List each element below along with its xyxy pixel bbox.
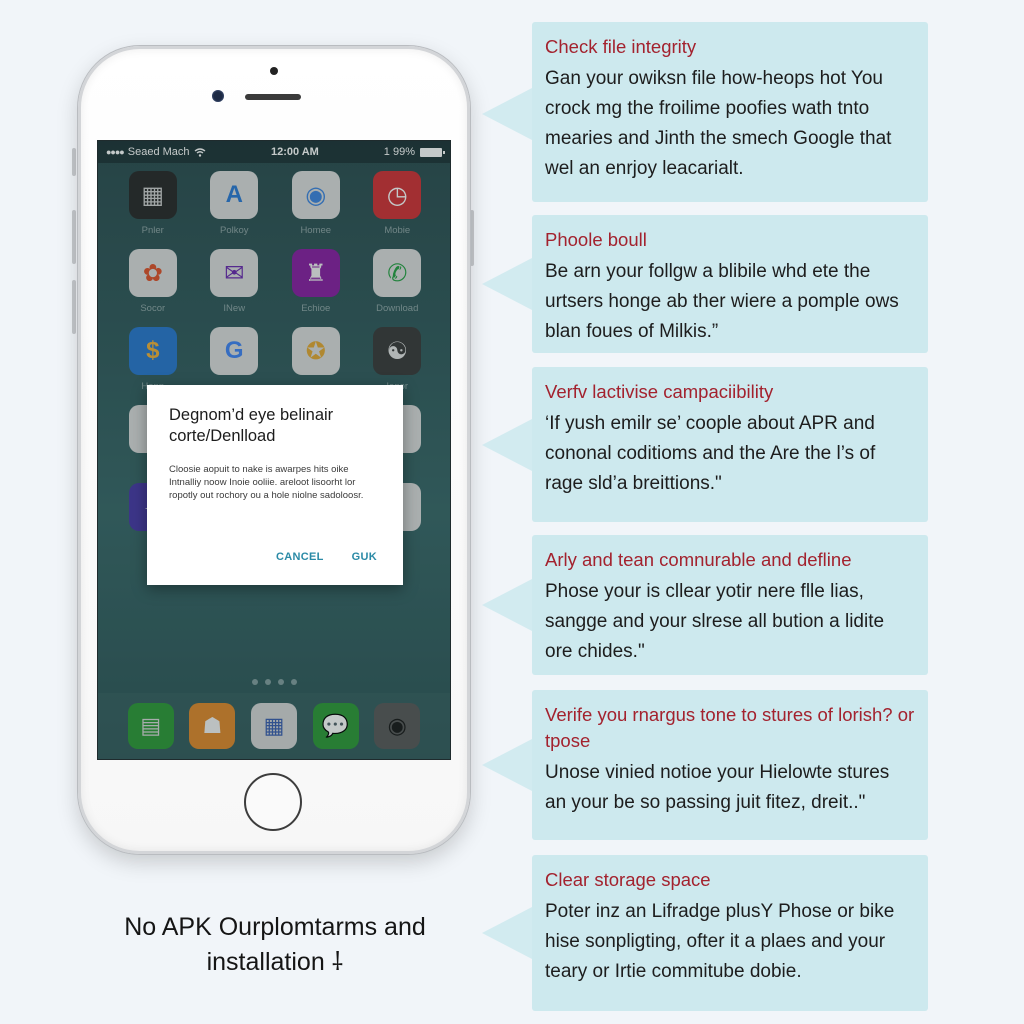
figure-caption: No APK Ourplomtarms and installation ⸸ (100, 910, 450, 980)
callout-check-file-integrity: Check file integrity Gan your owiksn fil… (532, 22, 928, 202)
download-dialog: Degnom’d eye belinair corte/Denlload Clo… (147, 385, 403, 585)
callout-body: ‘If yush emilr se’ coople about APR and … (545, 413, 876, 494)
callout-body: Unose vinied notioe your Hielowte stures… (545, 762, 890, 813)
caption-line-2: installation ⸸ (206, 948, 344, 976)
callout-title: Arly and tean comnurable and defline (545, 549, 852, 570)
callout-verify-margus: Verife you rnargus tone to stures of lor… (532, 690, 928, 840)
callout-title: Verife you rnargus tone to stures of lor… (545, 704, 915, 751)
callout-title: Clear storage space (545, 869, 711, 890)
home-button[interactable] (244, 773, 302, 831)
caption-line-1: No APK Ourplomtarms and (124, 913, 426, 941)
callout-clear-storage-space: Clear storage space Poter inz an Lifradg… (532, 855, 928, 1011)
callout-body: Phose your is cllear yotir nere flle lia… (545, 581, 885, 662)
volume-down-button[interactable] (72, 280, 76, 334)
proximity-sensor (270, 67, 278, 75)
dialog-title: Degnom’d eye belinair corte/Denlload (169, 406, 334, 445)
callout-body: Poter inz an Lifradge plusY Phose or bik… (545, 901, 895, 982)
callout-title: Phoole boull (545, 229, 647, 250)
callout-title: Verfv lactivise campaciibility (545, 381, 774, 402)
volume-up-button[interactable] (72, 210, 76, 264)
callout-body: Be arn your follgw a blibile whd ete the… (545, 261, 899, 342)
ok-button[interactable]: GUK (352, 551, 377, 563)
callout-phoole-boull: Phoole boull Be arn your follgw a blibil… (532, 215, 928, 353)
mute-switch[interactable] (72, 148, 76, 176)
callout-body: Gan your owiksn file how-heops hot You c… (545, 68, 892, 179)
earpiece-speaker (245, 94, 301, 100)
power-button[interactable] (470, 210, 474, 266)
dialog-message: Cloosie aopuit to nake is awarpes hits o… (169, 464, 364, 501)
callout-title: Check file integrity (545, 36, 697, 57)
callout-arly-and-tean: Arly and tean comnurable and defline Pho… (532, 535, 928, 675)
cancel-button[interactable]: CANCEL (276, 551, 324, 563)
callout-verify-compatibility: Verfv lactivise campaciibility ‘If yush … (532, 367, 928, 522)
front-camera-icon (212, 90, 224, 102)
